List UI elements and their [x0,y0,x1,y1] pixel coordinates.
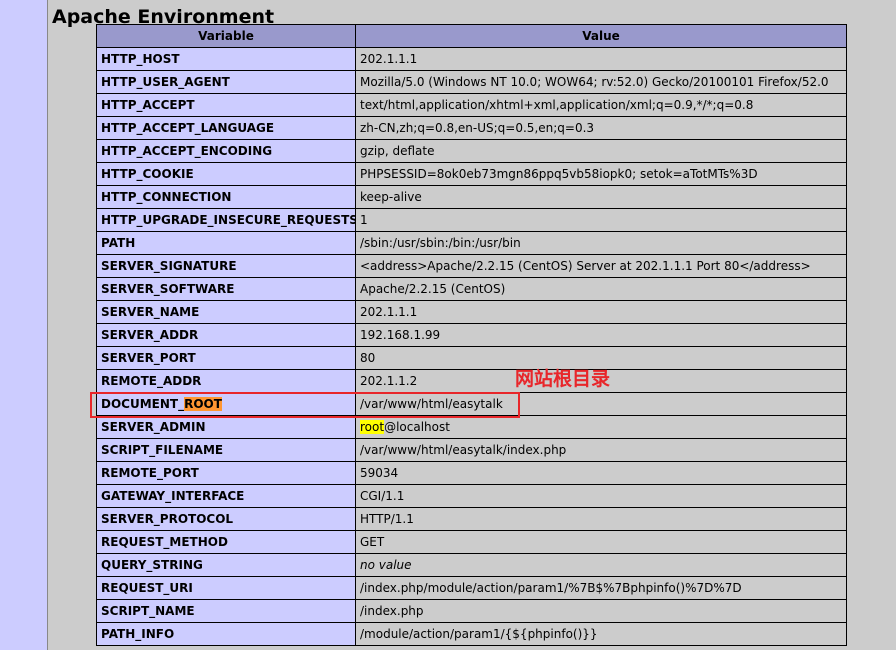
table-header-row: Variable Value [96,24,847,48]
variable-cell: REQUEST_URI [96,576,356,600]
table-body: HTTP_HOST 202.1.1.1 HTTP_USER_AGENT Mozilla… [96,47,847,646]
value-cell: CGI/1.1 [355,484,847,508]
variable-cell: SCRIPT_NAME [96,599,356,623]
search-match-active: ROOT [184,397,222,411]
value-cell: 59034 [355,461,847,485]
table-row: HTTP_CONNECTION keep-alive [96,185,847,209]
value-cell: /module/action/param1/{${phpinfo()}} [355,622,847,646]
variable-cell: REQUEST_METHOD [96,530,356,554]
table-row: HTTP_HOST 202.1.1.1 [96,47,847,71]
variable-cell: HTTP_CONNECTION [96,185,356,209]
table-row: REQUEST_METHOD GET [96,530,847,554]
value-cell: <address>Apache/2.2.15 (CentOS) Server a… [355,254,847,278]
value-cell: 202.1.1.1 [355,47,847,71]
table-row: HTTP_COOKIE PHPSESSID=8ok0eb73mgn86ppq5vb… [96,162,847,186]
variable-cell: SERVER_PORT [96,346,356,370]
table-row: SERVER_NAME 202.1.1.1 [96,300,847,324]
table-row: SERVER_PROTOCOL HTTP/1.1 [96,507,847,531]
table-row: REQUEST_URI/index.php/module/action/para… [96,576,847,600]
table-row: SERVER_PORT 80 [96,346,847,370]
value-cell: Apache/2.2.15 (CentOS) [355,277,847,301]
value-cell: /var/www/html/easytalk [355,392,847,416]
table-row: GATEWAY_INTERFACE CGI/1.1 [96,484,847,508]
table-row: SERVER_ADDR 192.168.1.99 [96,323,847,347]
variable-cell: SERVER_ADDR [96,323,356,347]
value-cell: gzip, deflate [355,139,847,163]
apache-environment-table: Variable Value HTTP_HOST 202.1.1.1 HTTP_US… [96,24,847,646]
value-cell: /index.php/module/action/param1/%7B$%7Bp… [355,576,847,600]
variable-cell: HTTP_COOKIE [96,162,356,186]
annotation-label: 网站根目录 [515,368,611,390]
value-cell: /index.php [355,599,847,623]
variable-cell: HTTP_HOST [96,47,356,71]
value-cell: /sbin:/usr/sbin:/bin:/usr/bin [355,231,847,255]
table-row: PATH/sbin:/usr/sbin:/bin:/usr/bin [96,231,847,255]
value-cell: GET [355,530,847,554]
value-cell: keep-alive [355,185,847,209]
table-row: SCRIPT_NAME/index.php [96,599,847,623]
value-cell: 202.1.1.1 [355,300,847,324]
variable-cell: SERVER_PROTOCOL [96,507,356,531]
variable-cell: SCRIPT_FILENAME [96,438,356,462]
value-cell: 1 [355,208,847,232]
column-header-variable: Variable [96,24,356,48]
value-cell: 192.168.1.99 [355,323,847,347]
value-cell: text/html,application/xhtml+xml,applicat… [355,93,847,117]
value-cell: zh-CN,zh;q=0.8,en-US;q=0.5,en;q=0.3 [355,116,847,140]
table-row: SERVER_SIGNATURE <address>Apache/2.2.15 (… [96,254,847,278]
table-row: HTTP_USER_AGENT Mozilla/5.0 (Windows NT 1… [96,70,847,94]
search-match: root [360,420,385,434]
value-cell: HTTP/1.1 [355,507,847,531]
table-row: DOCUMENT_ROOT/var/www/html/easytalk [96,392,847,416]
variable-cell: SERVER_NAME [96,300,356,324]
variable-cell: REMOTE_PORT [96,461,356,485]
variable-cell: QUERY_STRING [96,553,356,577]
table-row: PATH_INFO/module/action/param1/{${phpinf… [96,622,847,646]
variable-cell: REMOTE_ADDR [96,369,356,393]
variable-cell: DOCUMENT_ROOT [96,392,356,416]
value-cell: Mozilla/5.0 (Windows NT 10.0; WOW64; rv:… [355,70,847,94]
value-cell: root@localhost [355,415,847,439]
variable-cell: GATEWAY_INTERFACE [96,484,356,508]
table-row: HTTP_ACCEPT_LANGUAGE zh-CN,zh;q=0.8,en-US… [96,116,847,140]
variable-cell: SERVER_SOFTWARE [96,277,356,301]
table-row: SERVER_SOFTWARE Apache/2.2.15 (CentOS) [96,277,847,301]
variable-cell: PATH_INFO [96,622,356,646]
value-cell: /var/www/html/easytalk/index.php [355,438,847,462]
table-row: REMOTE_PORT 59034 [96,461,847,485]
variable-cell: HTTP_ACCEPT [96,93,356,117]
table-row: REMOTE_ADDR 202.1.1.2 [96,369,847,393]
variable-cell: HTTP_UPGRADE_INSECURE_REQUESTS [96,208,356,232]
value-cell: PHPSESSID=8ok0eb73mgn86ppq5vb58iopk0; se… [355,162,847,186]
table-row: HTTP_ACCEPT text/html,application/xhtml+x… [96,93,847,117]
variable-cell: HTTP_USER_AGENT [96,70,356,94]
variable-cell: SERVER_SIGNATURE [96,254,356,278]
table-row: HTTP_UPGRADE_INSECURE_REQUESTS 1 [96,208,847,232]
value-cell: no value [355,553,847,577]
variable-cell: HTTP_ACCEPT_ENCODING [96,139,356,163]
variable-cell: HTTP_ACCEPT_LANGUAGE [96,116,356,140]
variable-cell: SERVER_ADMIN [96,415,356,439]
table-row: QUERY_STRING no value [96,553,847,577]
column-header-value: Value [355,24,847,48]
table-row: SCRIPT_FILENAME/var/www/html/easytalk/in… [96,438,847,462]
variable-cell: PATH [96,231,356,255]
table-row: HTTP_ACCEPT_ENCODING gzip, deflate [96,139,847,163]
table-row: SERVER_ADMIN root@localhost [96,415,847,439]
